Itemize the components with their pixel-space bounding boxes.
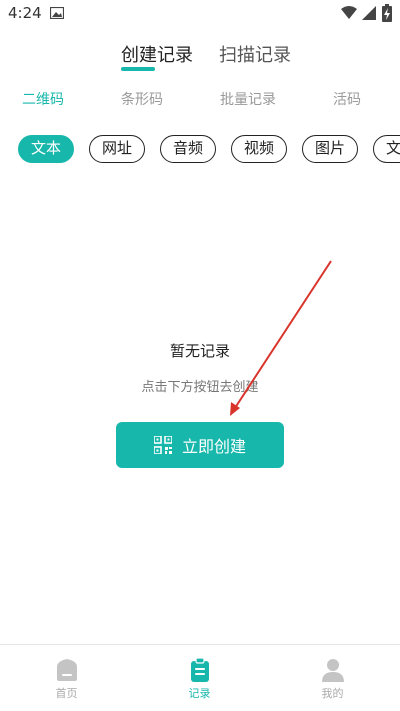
qr-code-icon [153, 436, 172, 454]
empty-state-title: 暂无记录 [169, 342, 230, 360]
subtab-barcode[interactable]: 条形码 [121, 90, 163, 110]
app-screen: 4:24 创建记录 扫描记录 二维码 条形码 批量记录 活码 文本 网址 音频 … [0, 0, 400, 711]
nav-records-label: 记录 [188, 687, 211, 700]
clipboard-icon [191, 657, 209, 682]
status-time: 4:24 [8, 4, 42, 22]
status-bar: 4:24 [0, 0, 400, 28]
chip-text-more[interactable]: 文 [373, 135, 400, 163]
chip-text[interactable]: 文本 [18, 135, 75, 163]
active-tab-indicator [121, 67, 155, 71]
nav-home[interactable]: 首页 [0, 645, 133, 711]
chip-audio[interactable]: 音频 [160, 135, 217, 163]
wifi-icon [341, 6, 357, 19]
create-now-button[interactable]: 立即创建 [116, 422, 284, 468]
nav-profile-label: 我的 [321, 687, 344, 700]
chip-video[interactable]: 视频 [231, 135, 288, 163]
subtab-qrcode[interactable]: 二维码 [22, 90, 64, 110]
cellular-signal-icon [362, 6, 376, 20]
chip-image[interactable]: 图片 [302, 135, 359, 163]
nav-records[interactable]: 记录 [133, 645, 266, 711]
battery-icon [382, 4, 392, 22]
create-now-label: 立即创建 [181, 437, 246, 456]
tab-scan-records[interactable]: 扫描记录 [219, 44, 291, 68]
user-icon [322, 659, 344, 682]
nav-home-label: 首页 [55, 687, 78, 700]
bottom-nav: 首页 记录 我的 [0, 644, 400, 711]
empty-state-subtitle: 点击下方按钮去创建 [141, 380, 259, 395]
tab-create-records[interactable]: 创建记录 [121, 44, 193, 68]
subtab-live-code[interactable]: 活码 [333, 90, 361, 110]
nav-profile[interactable]: 我的 [266, 645, 399, 711]
home-icon [57, 659, 77, 681]
chip-url[interactable]: 网址 [89, 135, 146, 163]
gallery-notification-icon [50, 7, 64, 19]
subtab-batch-records[interactable]: 批量记录 [220, 90, 276, 110]
